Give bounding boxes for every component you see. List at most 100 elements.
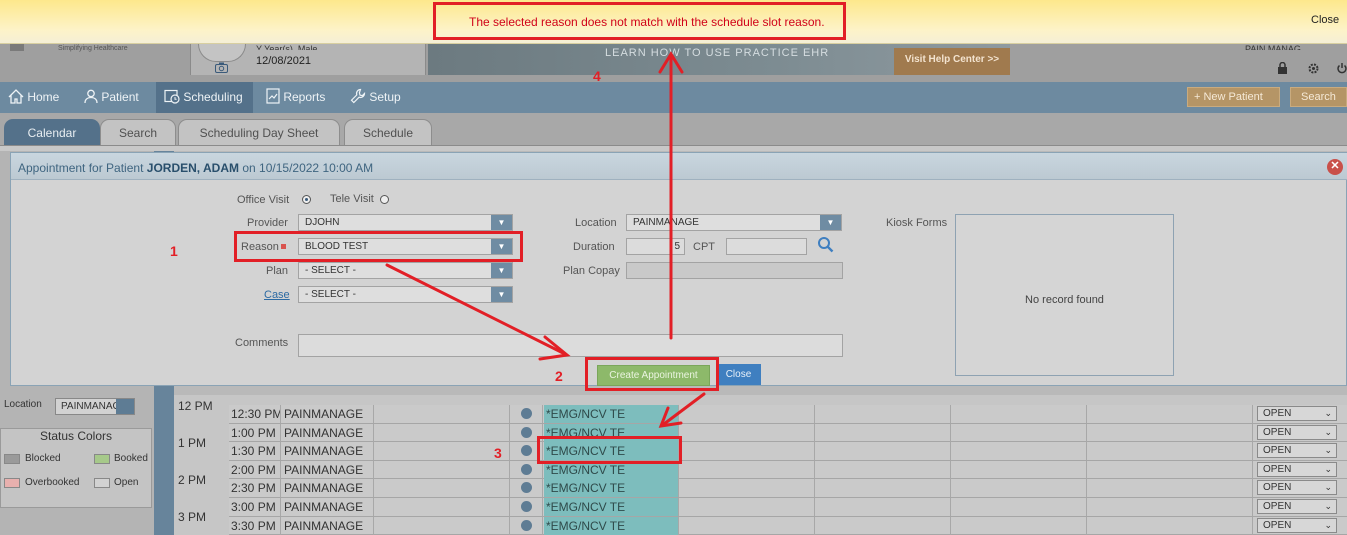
chevron-down-icon[interactable] bbox=[521, 463, 532, 475]
status-swatch-overbooked bbox=[4, 478, 20, 488]
status-label-open: Open bbox=[114, 477, 139, 488]
slot-location: PAINMANAGE bbox=[282, 442, 374, 461]
chevron-down-icon: ⌄ bbox=[1324, 482, 1332, 493]
search-button[interactable]: Search bbox=[1290, 87, 1347, 107]
camera-icon[interactable] bbox=[215, 62, 228, 76]
slot-empty bbox=[375, 423, 510, 442]
slot-status-select[interactable]: OPEN ⌄ bbox=[1257, 443, 1337, 459]
wrench-icon bbox=[350, 88, 366, 104]
nav-home[interactable]: Home bbox=[0, 82, 70, 113]
slot-status-select[interactable]: OPEN ⌄ bbox=[1257, 517, 1337, 533]
table-row[interactable]: 2:00 PM PAINMANAGE *EMG/NCV TE OPEN ⌄ bbox=[229, 460, 1347, 480]
chevron-down-icon: ⌄ bbox=[1324, 408, 1332, 418]
chevron-down-icon[interactable] bbox=[521, 519, 532, 531]
calendar-clock-icon bbox=[164, 89, 180, 104]
slot-status-select[interactable]: OPEN ⌄ bbox=[1257, 406, 1337, 421]
annotation-box-slot bbox=[537, 436, 682, 464]
slot-gap bbox=[511, 498, 543, 516]
kiosk-forms-label: Kiosk Forms bbox=[886, 217, 948, 229]
slot-reason[interactable]: *EMG/NCV TE bbox=[544, 516, 679, 535]
logo-icon bbox=[10, 44, 24, 51]
tab-search[interactable]: Search bbox=[100, 119, 176, 145]
dialog-close-icon[interactable]: ✕ bbox=[1327, 159, 1343, 175]
chevron-down-icon: ⌄ bbox=[1324, 519, 1332, 530]
chevron-down-icon: ⌄ bbox=[1324, 426, 1332, 437]
location-select[interactable]: PAINMANAGE ▼ bbox=[626, 214, 842, 231]
slot-status-select[interactable]: OPEN ⌄ bbox=[1257, 424, 1337, 440]
chevron-down-icon: ⌄ bbox=[1324, 463, 1332, 474]
slot-reason[interactable]: *EMG/NCV TE bbox=[544, 479, 679, 498]
slot-empty bbox=[680, 423, 815, 442]
status-colors-title: Status Colors bbox=[39, 429, 113, 443]
slot-status-select[interactable]: OPEN ⌄ bbox=[1257, 461, 1337, 477]
tele-visit-radio[interactable] bbox=[380, 195, 389, 204]
comments-textarea[interactable] bbox=[298, 334, 843, 357]
slot-time: 12:30 PM bbox=[231, 405, 281, 423]
slot-empty bbox=[680, 479, 815, 498]
slot-empty bbox=[1088, 516, 1253, 535]
chevron-down-icon: ⌄ bbox=[1324, 445, 1332, 456]
slot-reason[interactable]: *EMG/NCV TE bbox=[544, 498, 679, 516]
search-icon[interactable] bbox=[817, 236, 834, 256]
new-patient-button[interactable]: + New Patient bbox=[1187, 87, 1280, 107]
slot-empty bbox=[952, 479, 1087, 498]
case-link[interactable]: Case bbox=[264, 289, 290, 301]
left-location-select[interactable]: PAINMANAGE bbox=[55, 398, 135, 415]
hour-label: 1 PM bbox=[178, 436, 207, 450]
slot-reason[interactable]: *EMG/NCV TE bbox=[544, 405, 679, 423]
status-label-booked: Booked bbox=[114, 453, 148, 464]
nav-patient[interactable]: Patient bbox=[78, 82, 156, 113]
slot-empty bbox=[680, 516, 815, 535]
slot-status-select[interactable]: OPEN ⌄ bbox=[1257, 499, 1337, 514]
hour-label: 2 PM bbox=[178, 473, 207, 487]
banner-text: LEARN HOW TO USE PRACTICE EHR bbox=[605, 47, 830, 59]
comments-label: Comments bbox=[235, 337, 289, 349]
table-row[interactable]: 3:00 PM PAINMANAGE *EMG/NCV TE OPEN ⌄ bbox=[229, 498, 1347, 517]
table-row[interactable]: 1:30 PM PAINMANAGE *EMG/NCV TE OPEN ⌄ bbox=[229, 442, 1347, 461]
slot-empty bbox=[1088, 460, 1253, 479]
annotation-number: 3 bbox=[494, 445, 502, 461]
table-row[interactable]: 2:30 PM PAINMANAGE *EMG/NCV TE OPEN ⌄ bbox=[229, 479, 1347, 498]
office-visit-radio[interactable] bbox=[302, 195, 311, 204]
tab-schedule[interactable]: Schedule bbox=[344, 119, 432, 145]
chevron-down-icon[interactable] bbox=[521, 482, 532, 494]
slot-location: PAINMANAGE bbox=[282, 479, 374, 498]
status-label-overbooked: Overbooked bbox=[25, 477, 80, 488]
table-row[interactable]: 1:00 PM PAINMANAGE *EMG/NCV TE OPEN ⌄ bbox=[229, 423, 1347, 443]
tele-visit-label: Tele Visit bbox=[330, 193, 374, 205]
practice-name: PAIN MANAG... bbox=[1245, 44, 1309, 50]
slot-time: 3:00 PM bbox=[229, 498, 281, 516]
annotation-number: 2 bbox=[555, 368, 563, 384]
chevron-down-icon[interactable] bbox=[521, 426, 532, 438]
slot-status-select[interactable]: OPEN ⌄ bbox=[1257, 480, 1337, 496]
slot-empty bbox=[1088, 442, 1253, 461]
alert-close-button[interactable]: Close bbox=[1311, 14, 1339, 26]
duration-input[interactable]: 5 bbox=[626, 238, 685, 255]
plan-select[interactable]: - SELECT - ▼ bbox=[298, 262, 513, 279]
plan-copay-label: Plan Copay bbox=[563, 265, 620, 277]
nav-setup[interactable]: Setup bbox=[348, 82, 418, 113]
case-select[interactable]: - SELECT - ▼ bbox=[298, 286, 513, 303]
tab-calendar[interactable]: Calendar bbox=[4, 119, 100, 145]
chevron-down-icon[interactable] bbox=[521, 501, 532, 512]
table-row[interactable]: 12:30 PM PAINMANAGE *EMG/NCV TE OPEN ⌄ bbox=[229, 405, 1347, 424]
annotation-box-alert bbox=[433, 2, 846, 40]
location-label: Location bbox=[575, 217, 617, 229]
slot-gap bbox=[511, 516, 543, 535]
chevron-down-icon[interactable] bbox=[521, 408, 532, 419]
slot-empty bbox=[816, 423, 951, 442]
nav-scheduling[interactable]: Scheduling bbox=[156, 82, 253, 113]
slot-empty bbox=[952, 405, 1087, 423]
tab-underline bbox=[0, 145, 1347, 151]
slot-location: PAINMANAGE bbox=[282, 405, 374, 423]
appointment-datetime: 10/15/2022 10:00 AM bbox=[259, 161, 374, 175]
chevron-down-icon[interactable] bbox=[521, 445, 532, 457]
table-row[interactable]: 3:30 PM PAINMANAGE *EMG/NCV TE OPEN ⌄ bbox=[229, 516, 1347, 535]
provider-select[interactable]: DJOHN ▼ bbox=[298, 214, 513, 231]
nav-reports[interactable]: Reports bbox=[262, 82, 342, 113]
cpt-input[interactable] bbox=[726, 238, 807, 255]
tab-scheduling-day-sheet[interactable]: Scheduling Day Sheet bbox=[178, 119, 340, 145]
plan-copay-input bbox=[626, 262, 843, 279]
help-center-button[interactable]: Visit Help Center >> bbox=[894, 48, 1010, 75]
close-button[interactable]: Close bbox=[716, 364, 761, 385]
